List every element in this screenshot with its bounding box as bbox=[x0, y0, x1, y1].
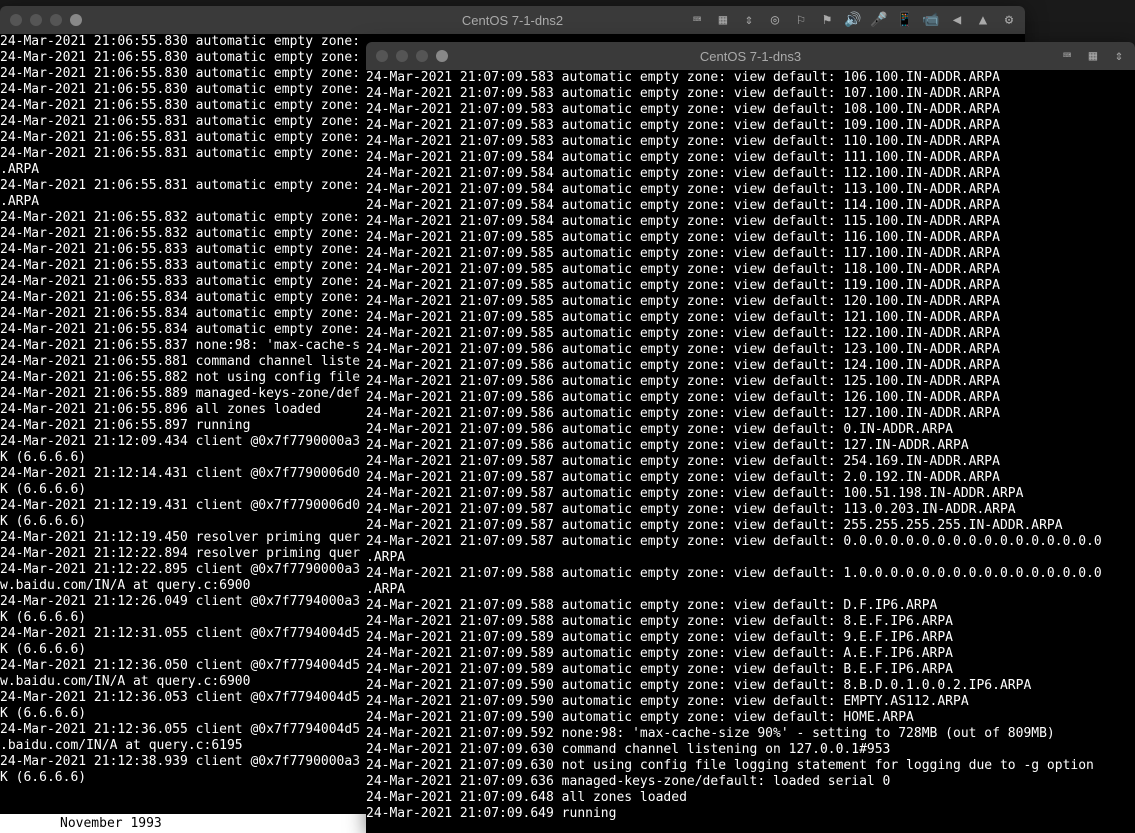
terminal-line: 24-Mar-2021 21:07:09.587 automatic empty… bbox=[366, 470, 1135, 486]
terminal-line: 24-Mar-2021 21:07:09.585 automatic empty… bbox=[366, 262, 1135, 278]
terminal-line: 24-Mar-2021 21:07:09.587 automatic empty… bbox=[366, 486, 1135, 502]
terminal-line: 24-Mar-2021 21:07:09.590 automatic empty… bbox=[366, 694, 1135, 710]
toolbar-icon[interactable]: ⌨ bbox=[689, 12, 705, 28]
terminal-line: 24-Mar-2021 21:07:09.589 automatic empty… bbox=[366, 630, 1135, 646]
terminal-line: 24-Mar-2021 21:07:09.587 automatic empty… bbox=[366, 534, 1135, 550]
toolbar-icon[interactable]: 🎤 bbox=[871, 12, 887, 28]
terminal-line: 24-Mar-2021 21:07:09.587 automatic empty… bbox=[366, 502, 1135, 518]
footer-text: November 1993 bbox=[0, 814, 366, 833]
terminal-line: 24-Mar-2021 21:07:09.585 automatic empty… bbox=[366, 246, 1135, 262]
close-icon[interactable] bbox=[376, 50, 388, 62]
terminal-line: 24-Mar-2021 21:07:09.585 automatic empty… bbox=[366, 294, 1135, 310]
traffic-lights bbox=[0, 14, 82, 26]
terminal-line: 24-Mar-2021 21:07:09.648 all zones loade… bbox=[366, 790, 1135, 806]
toolbar-icon[interactable]: ▲ bbox=[975, 12, 991, 28]
terminal-line: .ARPA bbox=[366, 582, 1135, 598]
terminal-line: 24-Mar-2021 21:07:09.584 automatic empty… bbox=[366, 198, 1135, 214]
toolbar-icon[interactable]: ⇕ bbox=[741, 12, 757, 28]
terminal-line: 24-Mar-2021 21:07:09.586 automatic empty… bbox=[366, 342, 1135, 358]
terminal-line: 24-Mar-2021 21:07:09.630 command channel… bbox=[366, 742, 1135, 758]
terminal-line: 24-Mar-2021 21:07:09.586 automatic empty… bbox=[366, 422, 1135, 438]
terminal-line: 24-Mar-2021 21:07:09.590 automatic empty… bbox=[366, 710, 1135, 726]
terminal-output[interactable]: 24-Mar-2021 21:07:09.583 automatic empty… bbox=[366, 70, 1135, 822]
toolbar-icon[interactable]: ◎ bbox=[767, 12, 783, 28]
terminal-window-dns3[interactable]: CentOS 7-1-dns3 ⌨ ▦ ⇕ 24-Mar-2021 21:07:09… bbox=[366, 42, 1135, 833]
maximize-icon[interactable] bbox=[50, 14, 62, 26]
terminal-line: 24-Mar-2021 21:07:09.585 automatic empty… bbox=[366, 278, 1135, 294]
terminal-line: 24-Mar-2021 21:07:09.588 automatic empty… bbox=[366, 614, 1135, 630]
titlebar[interactable]: CentOS 7-1-dns2 ⌨▦⇕◎⚐⚑🔊🎤📱📹◀▲⚙ bbox=[0, 6, 1025, 34]
toolbar-icon[interactable]: ▦ bbox=[1085, 48, 1101, 64]
terminal-line: 24-Mar-2021 21:07:09.583 automatic empty… bbox=[366, 102, 1135, 118]
terminal-line: 24-Mar-2021 21:07:09.587 automatic empty… bbox=[366, 454, 1135, 470]
terminal-line: 24-Mar-2021 21:07:09.584 automatic empty… bbox=[366, 166, 1135, 182]
terminal-line: 24-Mar-2021 21:07:09.588 automatic empty… bbox=[366, 598, 1135, 614]
terminal-line: 24-Mar-2021 21:07:09.586 automatic empty… bbox=[366, 390, 1135, 406]
terminal-line: 24-Mar-2021 21:07:09.588 automatic empty… bbox=[366, 566, 1135, 582]
terminal-line: 24-Mar-2021 21:07:09.585 automatic empty… bbox=[366, 310, 1135, 326]
terminal-line: 24-Mar-2021 21:07:09.589 automatic empty… bbox=[366, 646, 1135, 662]
toolbar-icon[interactable]: ⚑ bbox=[819, 12, 835, 28]
minimize-icon[interactable] bbox=[396, 50, 408, 62]
terminal-line: 24-Mar-2021 21:07:09.585 automatic empty… bbox=[366, 326, 1135, 342]
traffic-lights bbox=[366, 50, 448, 62]
terminal-line: 24-Mar-2021 21:07:09.585 automatic empty… bbox=[366, 230, 1135, 246]
toolbar-icons: ⌨ ▦ ⇕ bbox=[1059, 48, 1127, 64]
toolbar-icons: ⌨ ▦ ⇕ ◎ ⚐ ⚑ 🔊 🎤 📱 📹 ◀ ▲ ⚙ bbox=[689, 12, 1017, 28]
toolbar-icon[interactable]: ⚙ bbox=[1001, 12, 1017, 28]
toolbar-icon[interactable]: ⚐ bbox=[793, 12, 809, 28]
toolbar-icon[interactable]: ▦ bbox=[715, 12, 731, 28]
terminal-line: 24-Mar-2021 21:07:09.583 automatic empty… bbox=[366, 118, 1135, 134]
terminal-line: 24-Mar-2021 21:07:09.587 automatic empty… bbox=[366, 518, 1135, 534]
terminal-line: 24-Mar-2021 21:07:09.586 automatic empty… bbox=[366, 374, 1135, 390]
terminal-line: .ARPA bbox=[366, 550, 1135, 566]
terminal-line: 24-Mar-2021 21:07:09.584 automatic empty… bbox=[366, 182, 1135, 198]
terminal-line: 24-Mar-2021 21:07:09.592 none:98: 'max-c… bbox=[366, 726, 1135, 742]
toolbar-icon[interactable]: 🔊 bbox=[845, 12, 861, 28]
terminal-line: 24-Mar-2021 21:07:09.586 automatic empty… bbox=[366, 406, 1135, 422]
window-title: CentOS 7-1-dns3 bbox=[366, 49, 1135, 64]
terminal-line: 24-Mar-2021 21:07:09.589 automatic empty… bbox=[366, 662, 1135, 678]
terminal-line: 24-Mar-2021 21:07:09.586 automatic empty… bbox=[366, 358, 1135, 374]
terminal-line: 24-Mar-2021 21:07:09.583 automatic empty… bbox=[366, 134, 1135, 150]
terminal-line: 24-Mar-2021 21:07:09.584 automatic empty… bbox=[366, 214, 1135, 230]
toolbar-icon[interactable]: ◀ bbox=[949, 12, 965, 28]
terminal-line: 24-Mar-2021 21:07:09.590 automatic empty… bbox=[366, 678, 1135, 694]
toolbar-icon[interactable]: ⇕ bbox=[1111, 48, 1127, 64]
terminal-line: 24-Mar-2021 21:07:09.630 not using confi… bbox=[366, 758, 1135, 774]
terminal-line: 24-Mar-2021 21:07:09.583 automatic empty… bbox=[366, 70, 1135, 86]
terminal-line: 24-Mar-2021 21:07:09.649 running bbox=[366, 806, 1135, 822]
titlebar[interactable]: CentOS 7-1-dns3 ⌨ ▦ ⇕ bbox=[366, 42, 1135, 70]
close-icon[interactable] bbox=[10, 14, 22, 26]
terminal-line: 24-Mar-2021 21:07:09.586 automatic empty… bbox=[366, 438, 1135, 454]
maximize-icon[interactable] bbox=[416, 50, 428, 62]
minimize-icon[interactable] bbox=[30, 14, 42, 26]
toolbar-icon[interactable]: 📱 bbox=[897, 12, 913, 28]
toolbar-icon[interactable]: 📹 bbox=[923, 12, 939, 28]
toolbar-icon[interactable]: ⌨ bbox=[1059, 48, 1075, 64]
extra-dot-icon bbox=[436, 50, 448, 62]
terminal-line: 24-Mar-2021 21:07:09.583 automatic empty… bbox=[366, 86, 1135, 102]
terminal-line: 24-Mar-2021 21:07:09.584 automatic empty… bbox=[366, 150, 1135, 166]
extra-dot-icon bbox=[70, 14, 82, 26]
terminal-line: 24-Mar-2021 21:07:09.636 managed-keys-zo… bbox=[366, 774, 1135, 790]
